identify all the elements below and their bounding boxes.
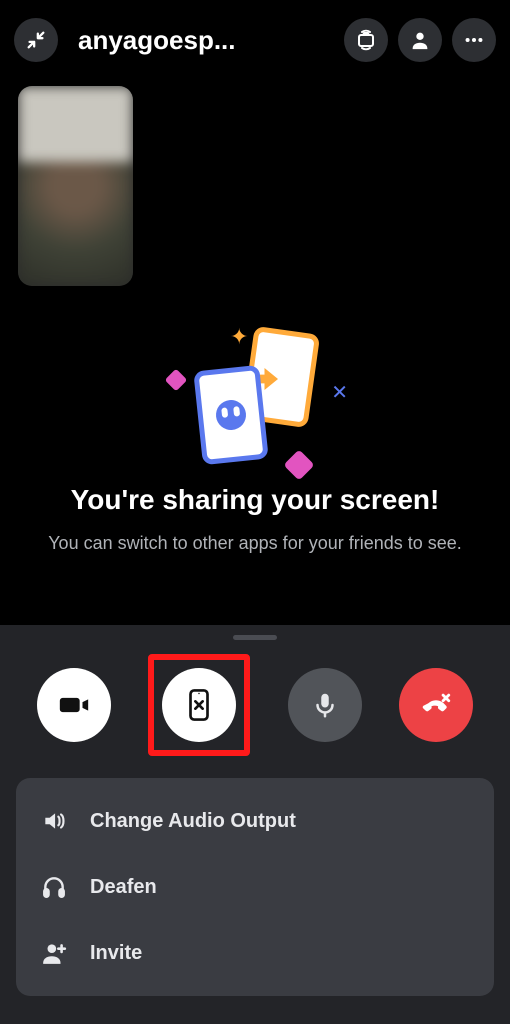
participants-button[interactable] bbox=[398, 18, 442, 62]
speaker-icon bbox=[38, 808, 70, 834]
menu-item-label: Invite bbox=[90, 942, 142, 965]
swap-camera-button[interactable] bbox=[344, 18, 388, 62]
headphones-icon bbox=[38, 874, 70, 900]
phone-front-icon bbox=[193, 365, 268, 465]
call-title: anyagoesp... bbox=[68, 25, 334, 56]
sparkle-icon: ✕ bbox=[331, 380, 344, 405]
menu-item-label: Deafen bbox=[90, 876, 157, 899]
sheet-drag-handle[interactable] bbox=[233, 635, 277, 640]
sparkle-icon bbox=[165, 369, 188, 392]
hangup-button[interactable] bbox=[399, 668, 473, 742]
call-header: anyagoesp... bbox=[0, 0, 510, 80]
menu-item-deafen[interactable]: Deafen bbox=[22, 854, 488, 920]
sparkle-icon bbox=[283, 449, 314, 480]
video-stage: ✦ ✕ You're sharing your screen! You can … bbox=[0, 80, 510, 625]
screenshare-subtext: You can switch to other apps for your fr… bbox=[30, 531, 480, 555]
mute-toggle-button[interactable] bbox=[288, 668, 362, 742]
menu-item-label: Change Audio Output bbox=[90, 810, 296, 833]
screenshare-illustration: ✦ ✕ bbox=[170, 330, 340, 470]
options-menu: Change Audio Output Deafen Invite bbox=[16, 778, 494, 996]
bottom-sheet: Change Audio Output Deafen Invite bbox=[0, 625, 510, 1024]
self-video-tile[interactable] bbox=[18, 86, 133, 286]
menu-item-invite[interactable]: Invite bbox=[22, 920, 488, 986]
minimize-button[interactable] bbox=[14, 18, 58, 62]
camera-toggle-button[interactable] bbox=[37, 668, 111, 742]
add-user-icon bbox=[38, 940, 70, 966]
highlight-box bbox=[148, 654, 250, 756]
more-button[interactable] bbox=[452, 18, 496, 62]
sparkle-icon: ✦ bbox=[230, 324, 248, 350]
screenshare-message: You're sharing your screen! You can swit… bbox=[0, 482, 510, 555]
stop-screenshare-button[interactable] bbox=[162, 668, 236, 742]
menu-item-audio-output[interactable]: Change Audio Output bbox=[22, 788, 488, 854]
self-video-thumbnail bbox=[18, 86, 133, 286]
call-controls bbox=[0, 648, 510, 778]
screenshare-heading: You're sharing your screen! bbox=[30, 482, 480, 517]
